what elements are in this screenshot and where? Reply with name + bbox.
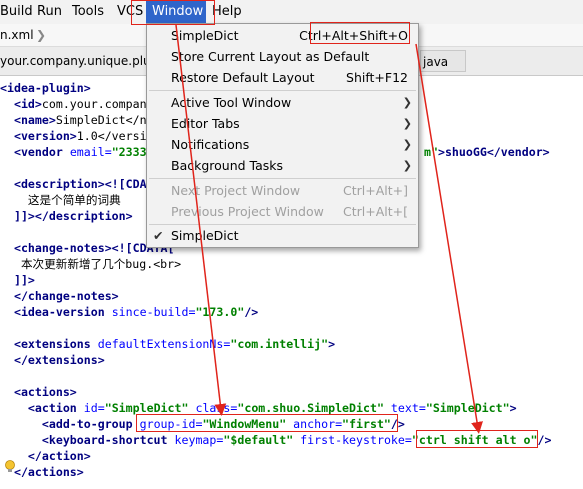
menu-separator (149, 90, 416, 91)
menu-separator (149, 178, 416, 179)
tab-java[interactable]: java (420, 50, 466, 72)
chevron-right-icon: ❯ (402, 117, 412, 130)
code-line: <description><![CDA (0, 177, 147, 191)
code-line-tail: m">shuoGG</vendor> (424, 145, 550, 159)
menu-item-restore-layout[interactable]: Restore Default Layout Shift+F12 (147, 67, 418, 88)
checkmark-icon: ✔ (153, 228, 164, 243)
menu-item-background-tasks[interactable]: Background Tasks ❯ (147, 155, 418, 176)
menu-item-previous-project-window[interactable]: Previous Project Window Ctrl+Alt+[ (147, 201, 418, 222)
menu-item-next-project-window[interactable]: Next Project Window Ctrl+Alt+] (147, 180, 418, 201)
code-line: <idea-plugin> (0, 81, 91, 95)
annotation-box-window-menu (131, 0, 215, 25)
annotation-box-shortcut (310, 22, 410, 44)
chevron-right-icon: ❯ (36, 28, 47, 42)
breadcrumb-file[interactable]: n.xml (0, 24, 34, 46)
menu-item-simpledict-checked[interactable]: ✔ SimpleDict (147, 225, 418, 246)
code-line: <id>com.your.compan (0, 97, 147, 111)
menu-run[interactable]: Run (37, 0, 62, 24)
code-line: <version>1.0</versi (0, 129, 147, 143)
menu-item-notifications[interactable]: Notifications ❯ (147, 134, 418, 155)
code-line: ]]></description> (0, 209, 133, 223)
code-line: <vendor email="2333 (0, 145, 147, 159)
code-line: <name>SimpleDict</n (0, 113, 147, 127)
code-line: <extensions defaultExtensionNs="com.inte… (0, 337, 336, 351)
tab-plugin-xml[interactable]: your.company.unique.plug (0, 47, 158, 75)
code-line: 本次更新新增了几个bug.<br> (0, 257, 182, 271)
lightbulb-icon[interactable] (4, 460, 16, 474)
menu-item-store-layout[interactable]: Store Current Layout as Default (147, 46, 418, 67)
menu-help[interactable]: Help (212, 0, 242, 24)
code-line: <idea-version since-build="173.0"/> (0, 305, 259, 319)
code-line: <actions> (0, 385, 77, 399)
code-line: </extensions> (0, 353, 105, 367)
annotation-box-keystroke (416, 430, 538, 448)
chevron-right-icon: ❯ (402, 159, 412, 172)
menu-build[interactable]: Build (0, 0, 33, 24)
chevron-right-icon: ❯ (402, 138, 412, 151)
code-line: ]]> (0, 273, 35, 287)
menu-item-editor-tabs[interactable]: Editor Tabs ❯ (147, 113, 418, 134)
annotation-box-group-id (136, 414, 398, 432)
window-menu-popup: SimpleDict Ctrl+Alt+Shift+O Store Current… (146, 23, 419, 248)
menu-item-active-tool-window[interactable]: Active Tool Window ❯ (147, 92, 418, 113)
code-line: </change-notes> (0, 289, 119, 303)
menu-tools[interactable]: Tools (72, 0, 104, 24)
chevron-right-icon: ❯ (402, 96, 412, 109)
code-line: 这是个简单的词典 (0, 193, 121, 207)
menu-bar: Build Run Tools VCS Window Help (0, 0, 583, 25)
